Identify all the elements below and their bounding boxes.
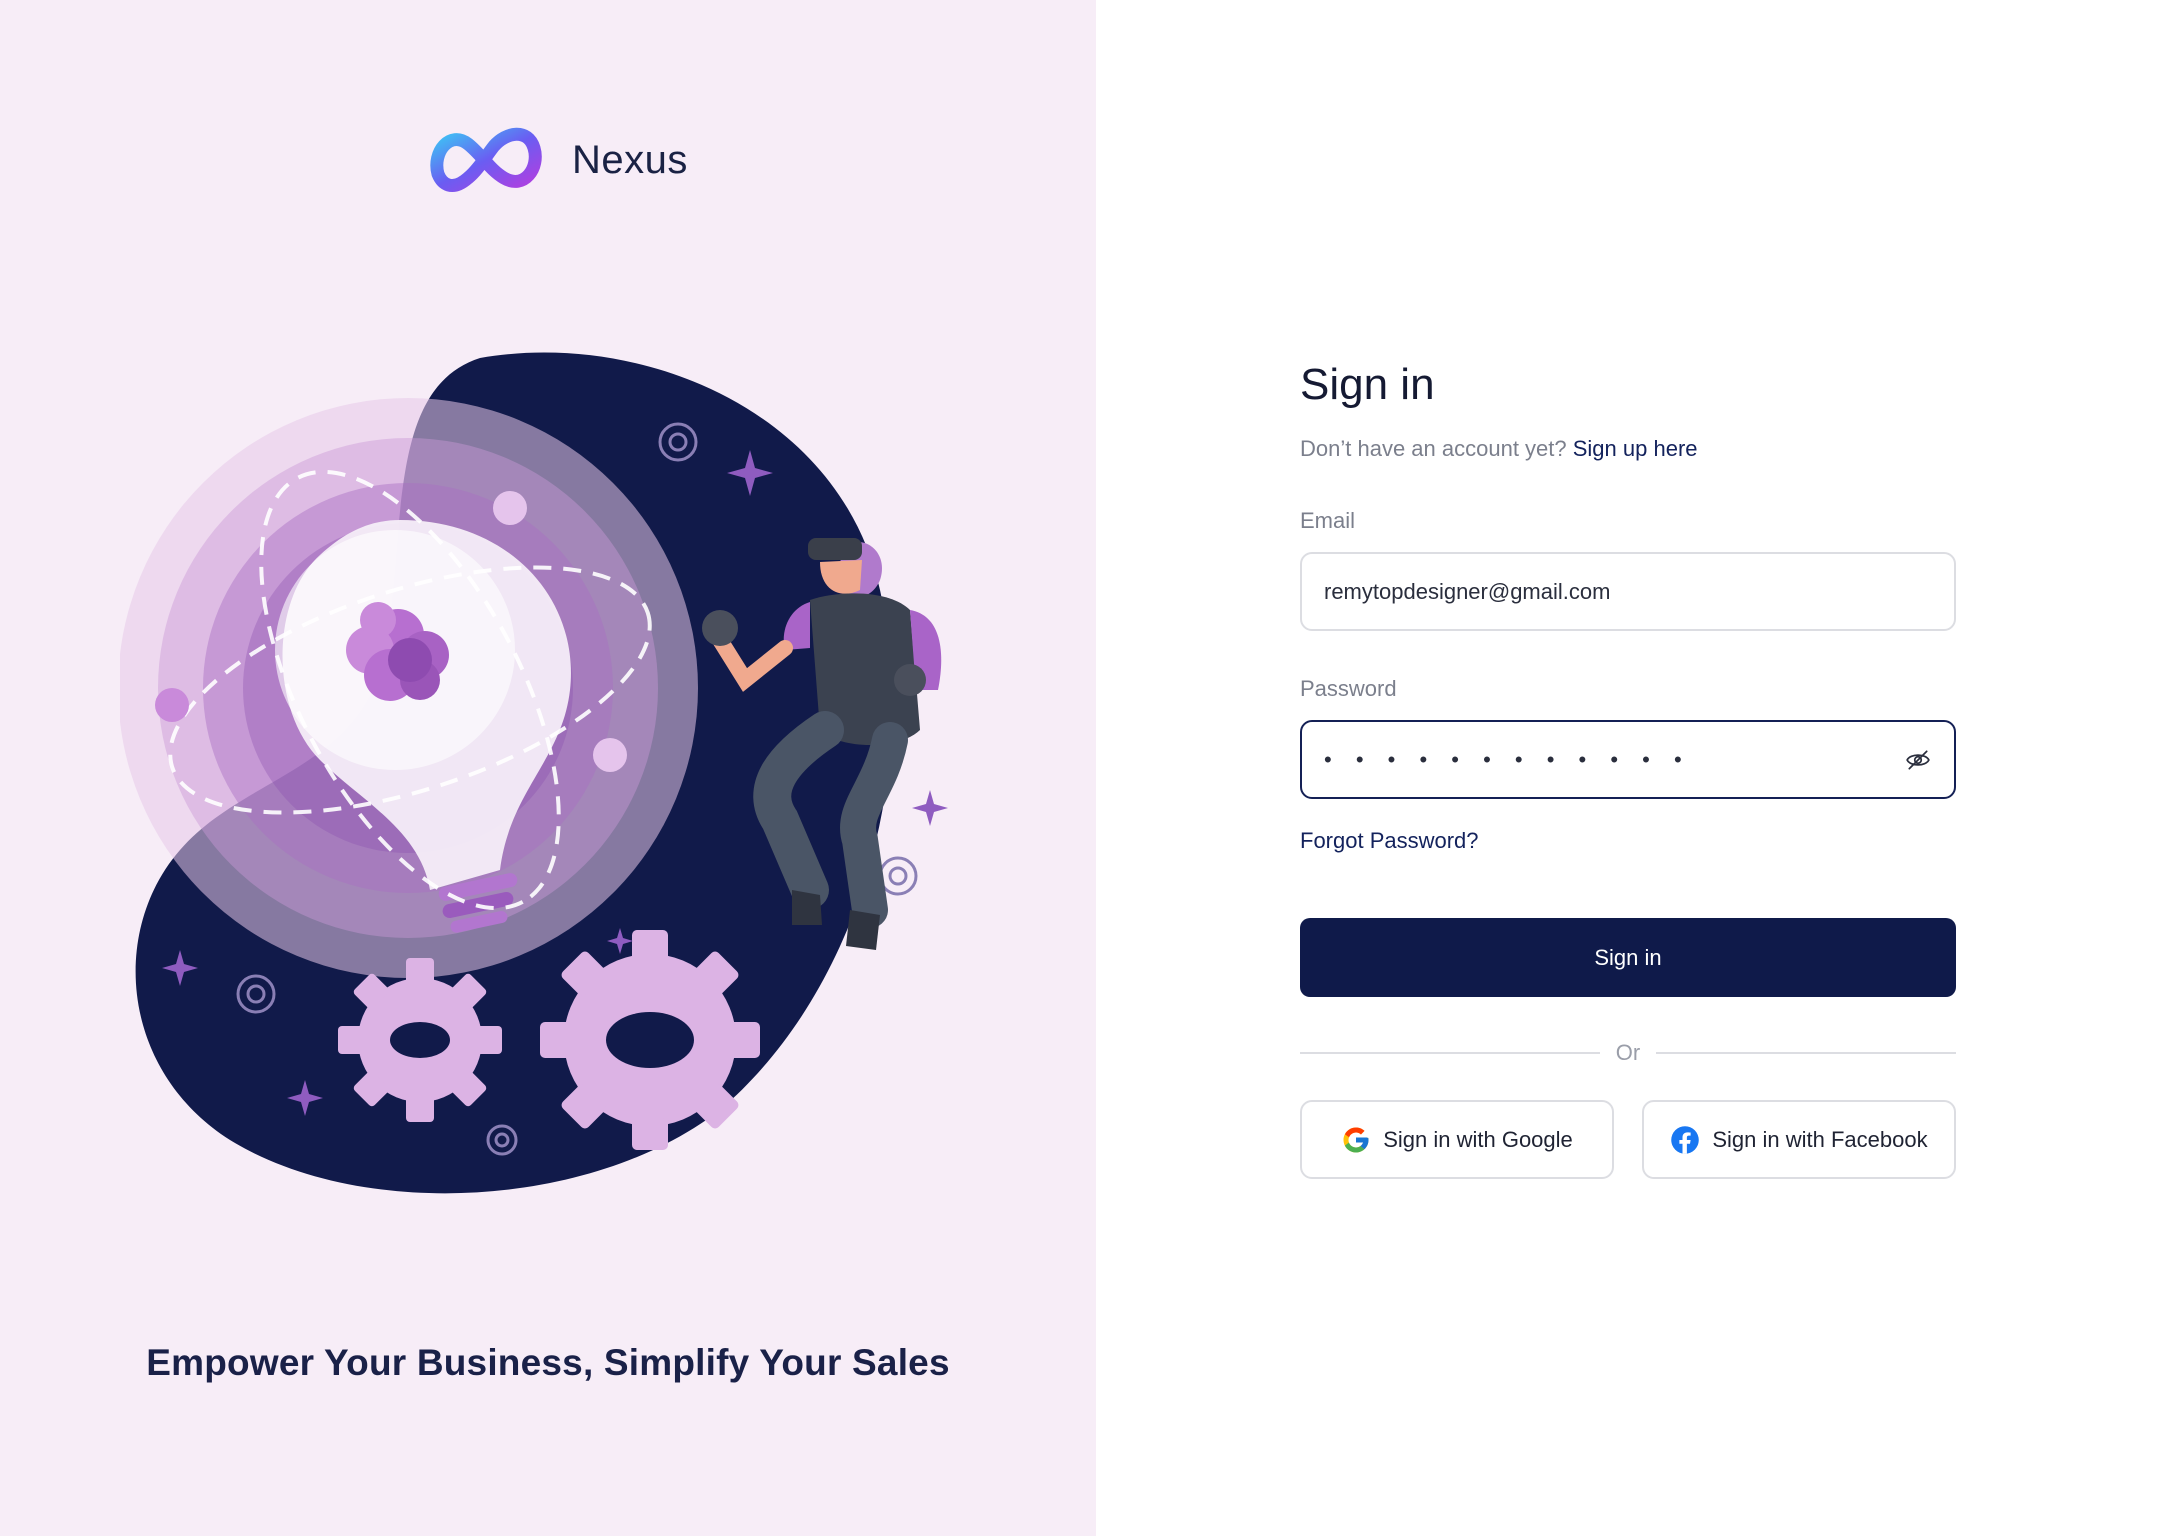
- orbit-dot: [493, 491, 527, 525]
- infinity-logo-icon: [430, 127, 542, 192]
- google-sign-in-label: Sign in with Google: [1383, 1126, 1573, 1152]
- password-field[interactable]: • • • • • • • • • • • •: [1300, 720, 1956, 799]
- gear-icon: [540, 930, 760, 1150]
- sign-in-form: Sign in Don’t have an account yet? Sign …: [1300, 360, 1957, 1179]
- email-label: Email: [1300, 508, 1356, 533]
- google-sign-in-button[interactable]: Sign in with Google: [1300, 1100, 1614, 1179]
- hero-illustration: [120, 352, 948, 1194]
- orbit-dot: [155, 688, 189, 722]
- forgot-password-link[interactable]: Forgot Password?: [1300, 828, 1479, 854]
- email-field[interactable]: remytopdesigner@gmail.com: [1300, 552, 1956, 631]
- email-value: remytopdesigner@gmail.com: [1324, 578, 1611, 604]
- signup-prompt: Don’t have an account yet? Sign up here: [1300, 436, 1956, 462]
- divider-line: [1300, 1052, 1600, 1054]
- brand: Nexus: [428, 122, 688, 198]
- hero-tagline: Empower Your Business, Simplify Your Sal…: [146, 1342, 950, 1383]
- facebook-sign-in-label: Sign in with Facebook: [1712, 1126, 1928, 1152]
- sign-in-button[interactable]: Sign in: [1300, 918, 1956, 997]
- page-title: Sign in: [1300, 360, 1435, 409]
- password-value: • • • • • • • • • • • •: [1324, 746, 1691, 772]
- or-divider: Or: [1300, 1040, 1957, 1066]
- signup-prompt-text: Don’t have an account yet?: [1300, 436, 1567, 461]
- facebook-icon: [1671, 1125, 1700, 1154]
- signup-link[interactable]: Sign up here: [1573, 436, 1698, 461]
- hero-panel: Nexus Empower Your Business, Simplify Yo…: [0, 0, 1096, 1536]
- password-label: Password: [1300, 676, 1397, 701]
- gear-icon: [338, 958, 502, 1122]
- divider-line: [1656, 1052, 1957, 1054]
- brand-name: Nexus: [572, 137, 688, 182]
- eye-off-icon[interactable]: [1904, 746, 1932, 774]
- divider-text: Or: [1615, 1040, 1641, 1065]
- orbit-dot: [593, 738, 627, 772]
- google-icon: [1343, 1127, 1369, 1152]
- facebook-sign-in-button[interactable]: Sign in with Facebook: [1642, 1100, 1956, 1179]
